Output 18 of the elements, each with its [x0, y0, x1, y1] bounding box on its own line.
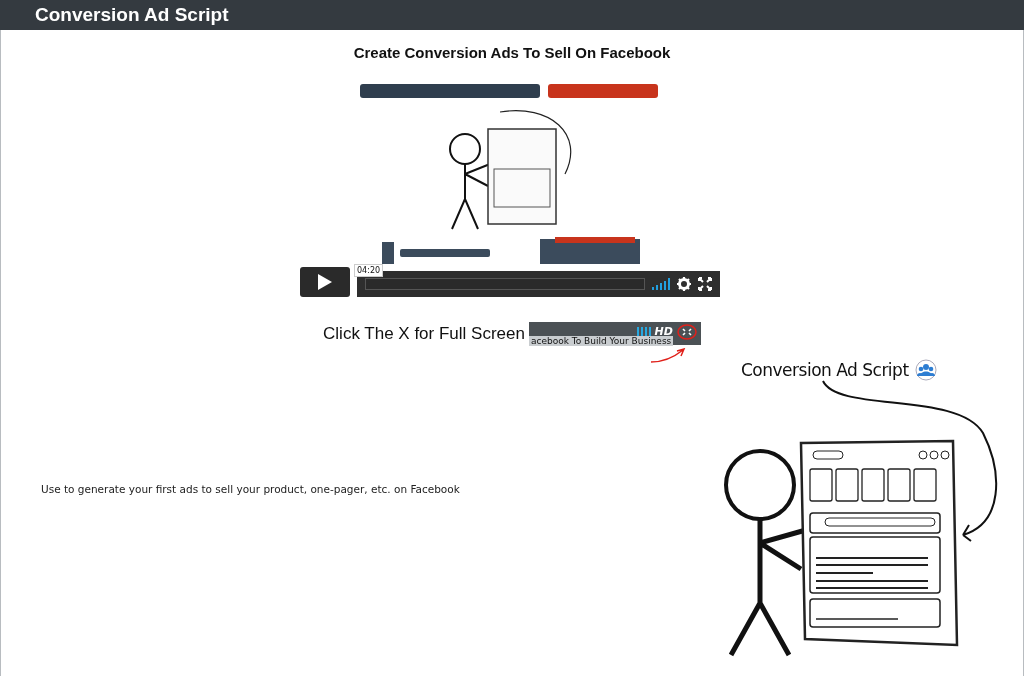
page-title: Conversion Ad Script [35, 4, 229, 26]
section-heading: Create Conversion Ads To Sell On Facebook [353, 44, 671, 61]
volume-icon[interactable] [652, 278, 670, 290]
play-button[interactable] [300, 267, 350, 297]
video-caption: acebook To Build Your Business [528, 336, 674, 346]
description-text: Use to generate your first ads to sell your product, one-pager, etc. on Facebook [41, 483, 460, 495]
fullscreen-icon[interactable] [698, 277, 712, 291]
play-icon [317, 273, 333, 291]
time-tooltip: 04:20 [354, 264, 384, 277]
progress-track[interactable] [365, 278, 645, 290]
pointer-arrow [648, 348, 687, 364]
people-icon [914, 359, 937, 381]
volume-icon [636, 327, 651, 337]
hint-text: Click The X for Full Screen [323, 323, 525, 344]
illustration-title: Conversion Ad Script [741, 360, 909, 380]
settings-icon[interactable] [677, 277, 691, 291]
hd-label: HD [654, 325, 673, 338]
circled-fullscreen-icon [676, 324, 697, 340]
